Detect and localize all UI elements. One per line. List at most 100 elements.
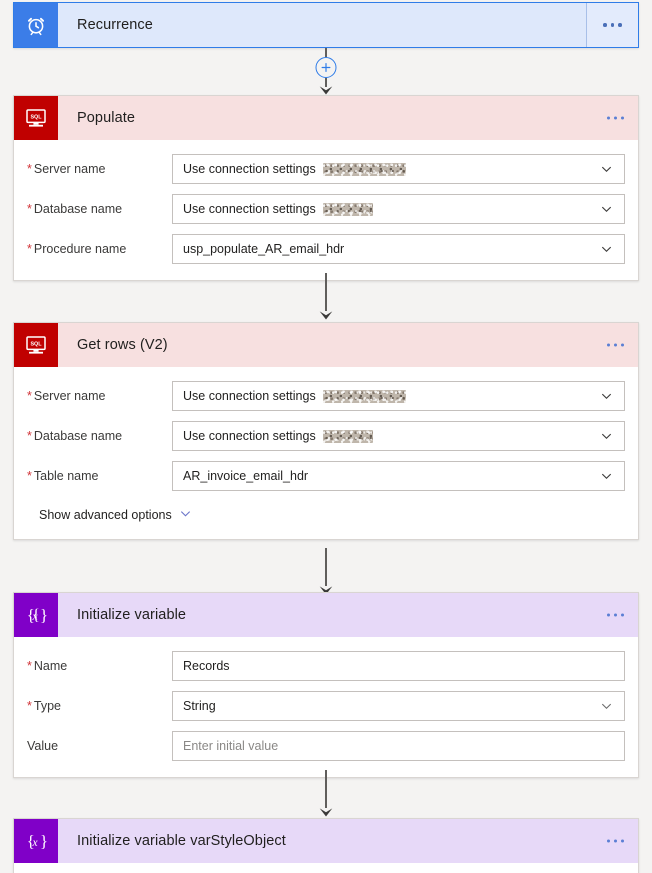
- alarm-clock-icon: [14, 3, 58, 47]
- field-row-value: Value Enter initial value: [27, 731, 625, 761]
- flow-step-get-rows-v2[interactable]: SQL Get rows (V2) * Server name Use conne…: [13, 322, 639, 540]
- menu-dot: [607, 116, 610, 120]
- variable-name-input[interactable]: Records: [172, 651, 625, 681]
- field-label: Value: [27, 739, 172, 753]
- field-value: Use connection settings: [183, 202, 316, 216]
- variable-type-dropdown[interactable]: String: [172, 691, 625, 721]
- field-label-text: Name: [33, 659, 68, 673]
- card-header[interactable]: { x } Initialize variable varStyleObject: [14, 819, 638, 863]
- connector: [0, 770, 652, 818]
- redacted-value: [322, 162, 406, 176]
- field-label-text: Server name: [33, 389, 106, 403]
- field-row-table-name: * Table name AR_invoice_email_hdr: [27, 461, 625, 491]
- required-asterisk: *: [27, 389, 32, 403]
- chevron-down-icon[interactable]: [600, 243, 613, 256]
- required-asterisk: *: [27, 699, 32, 713]
- chevron-down-icon[interactable]: [600, 470, 613, 483]
- svg-text:SQL: SQL: [30, 341, 42, 347]
- procedure-name-dropdown[interactable]: usp_populate_AR_email_hdr: [172, 234, 625, 264]
- card-header[interactable]: { ​ { x } Initialize variable: [14, 593, 638, 637]
- variable-braces-icon: { ​ { x }: [14, 593, 58, 637]
- field-value: Use connection settings: [183, 429, 316, 443]
- menu-dot: [607, 839, 610, 843]
- required-asterisk: *: [27, 242, 32, 256]
- redacted-value: [322, 389, 406, 403]
- field-label: * Name: [27, 659, 172, 673]
- field-label: * Server name: [27, 389, 172, 403]
- field-label: * Procedure name: [27, 242, 172, 256]
- menu-dot: [607, 343, 610, 347]
- arrow-down-icon: [318, 82, 335, 95]
- field-value: String: [183, 699, 216, 713]
- menu-dot: [621, 116, 624, 120]
- flow-step-initialize-variable-varstyleobject[interactable]: { x } Initialize variable varStyleObject: [13, 818, 639, 873]
- field-row-server-name: * Server name Use connection settings: [27, 381, 625, 411]
- redacted-value: [322, 429, 373, 443]
- server-name-dropdown[interactable]: Use connection settings: [172, 154, 625, 184]
- card-header[interactable]: SQL Populate: [14, 96, 638, 140]
- chevron-down-icon[interactable]: [179, 507, 192, 523]
- svg-text:x: x: [31, 611, 37, 623]
- sql-server-icon: SQL: [14, 323, 58, 367]
- field-row-name: * Name Records: [27, 651, 625, 681]
- card-title: Initialize variable varStyleObject: [77, 833, 286, 849]
- flow-step-initialize-variable[interactable]: { ​ { x } Initialize variable *Name Reco…: [13, 592, 639, 778]
- field-row-procedure-name: * Procedure name usp_populate_AR_email_hd…: [27, 234, 625, 264]
- field-label-text: Server name: [33, 162, 106, 176]
- step-menu-button[interactable]: [586, 3, 638, 47]
- card-title: Initialize variable: [77, 607, 187, 623]
- field-value: usp_populate_AR_email_hdr: [183, 242, 345, 256]
- connector: [0, 273, 652, 321]
- menu-dot: [621, 839, 624, 843]
- card-body: * Server name Use connection settings * Da…: [14, 367, 638, 539]
- flow-step-populate[interactable]: SQL Populate * Server name Use connection…: [13, 95, 639, 281]
- variable-value-input[interactable]: Enter initial value: [172, 731, 625, 761]
- show-advanced-options-toggle[interactable]: Show advanced options: [27, 507, 625, 523]
- server-name-dropdown[interactable]: Use connection settings: [172, 381, 625, 411]
- svg-text:x: x: [31, 837, 37, 849]
- menu-dot: [621, 613, 624, 617]
- table-name-dropdown[interactable]: AR_invoice_email_hdr: [172, 461, 625, 491]
- card-header[interactable]: Recurrence: [14, 3, 638, 47]
- card-header[interactable]: SQL Get rows (V2): [14, 323, 638, 367]
- menu-dot: [618, 23, 622, 27]
- show-advanced-options-label: Show advanced options: [39, 508, 172, 522]
- svg-text:SQL: SQL: [30, 114, 42, 120]
- flow-step-recurrence[interactable]: Recurrence: [13, 2, 639, 48]
- step-menu-button[interactable]: [607, 839, 624, 843]
- menu-dot: [621, 343, 624, 347]
- card-title: Get rows (V2): [77, 337, 168, 353]
- field-label-text: Procedure name: [33, 242, 127, 256]
- add-step-button[interactable]: [315, 57, 337, 78]
- field-label: * Database name: [27, 429, 172, 443]
- database-name-dropdown[interactable]: Use connection settings: [172, 421, 625, 451]
- field-label: * Database name: [27, 202, 172, 216]
- menu-dot: [614, 343, 617, 347]
- chevron-down-icon[interactable]: [600, 390, 613, 403]
- connector-line: [325, 48, 327, 57]
- required-asterisk: *: [27, 202, 32, 216]
- step-menu-button[interactable]: [607, 116, 624, 120]
- field-label-text: Database name: [33, 202, 123, 216]
- required-asterisk: *: [27, 659, 32, 673]
- menu-dot: [603, 23, 607, 27]
- step-menu-button[interactable]: [607, 613, 624, 617]
- field-value: Use connection settings: [183, 389, 316, 403]
- required-asterisk: *: [27, 469, 32, 483]
- card-title: Populate: [77, 110, 136, 126]
- field-label: * Type: [27, 699, 172, 713]
- sql-server-icon: SQL: [14, 96, 58, 140]
- card-body: * Name Records * Type String Value Enter i…: [14, 637, 638, 777]
- chevron-down-icon[interactable]: [600, 203, 613, 216]
- chevron-down-icon[interactable]: [600, 163, 613, 176]
- variable-braces-icon: { x }: [14, 819, 58, 863]
- connector-with-add-button: [0, 48, 652, 95]
- field-value: Records: [183, 659, 230, 673]
- chevron-down-icon[interactable]: [600, 700, 613, 713]
- step-menu-button[interactable]: [607, 343, 624, 347]
- field-label-text: Type: [33, 699, 61, 713]
- chevron-down-icon[interactable]: [600, 430, 613, 443]
- database-name-dropdown[interactable]: Use connection settings: [172, 194, 625, 224]
- field-label-text: Table name: [33, 469, 99, 483]
- field-label-text: Database name: [33, 429, 123, 443]
